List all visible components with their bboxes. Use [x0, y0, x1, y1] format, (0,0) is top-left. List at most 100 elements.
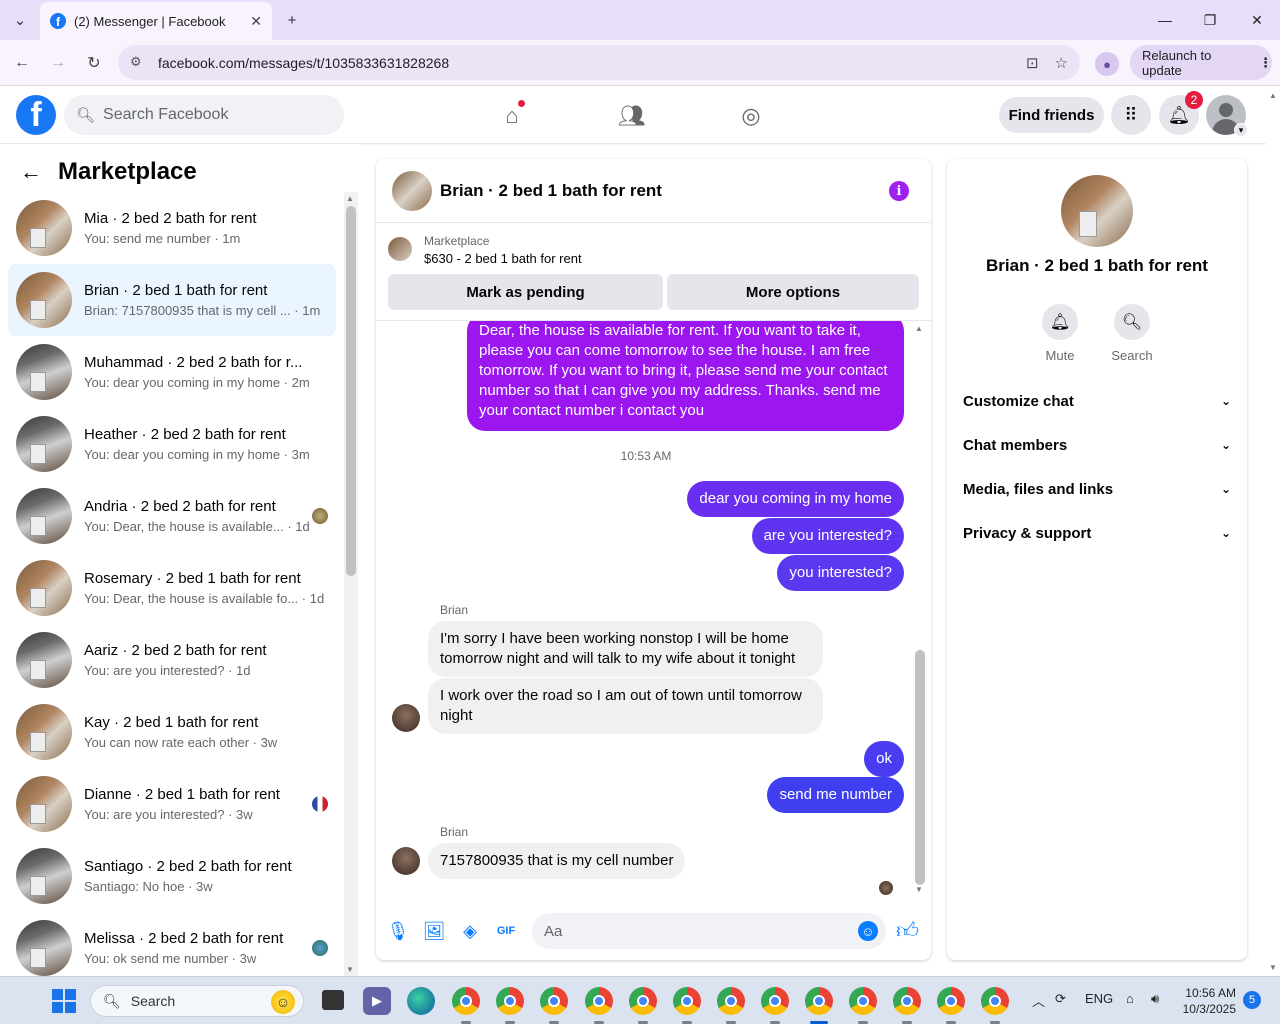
restore-icon[interactable]: ❐: [1190, 8, 1230, 32]
message-bubble-incoming[interactable]: I work over the road so I am out of town…: [428, 678, 823, 734]
edge-icon[interactable]: [407, 987, 435, 1015]
section-media-files-links[interactable]: Media, files and links ⌄: [963, 469, 1231, 509]
relaunch-button[interactable]: Relaunch to update ⋮: [1130, 45, 1272, 80]
tab-search-icon[interactable]: ⌄: [8, 8, 32, 32]
browser-menu-icon[interactable]: ⋮: [1259, 55, 1272, 71]
chrome-icon[interactable]: [452, 987, 480, 1015]
conversation-item[interactable]: Mia · 2 bed 2 bath for rent You: send me …: [8, 192, 336, 264]
minimize-icon[interactable]: —: [1145, 8, 1185, 32]
bookmark-star-icon[interactable]: ☆: [1055, 54, 1068, 72]
browser-profile-icon[interactable]: ●: [1095, 52, 1119, 76]
emoji-icon[interactable]: ☺: [858, 921, 878, 941]
microphone-icon[interactable]: 🎙︎: [386, 919, 410, 943]
mark-as-pending-button[interactable]: Mark as pending: [388, 274, 663, 310]
chrome-icon[interactable]: [761, 987, 789, 1015]
close-tab-icon[interactable]: ✕: [250, 13, 262, 30]
network-icon[interactable]: ⌂: [1126, 991, 1134, 1006]
chat-avatar[interactable]: [392, 170, 432, 211]
friends-icon[interactable]: 👥︎: [617, 101, 647, 131]
facebook-search-input[interactable]: 🔍︎ Search Facebook: [64, 95, 344, 135]
chat-title[interactable]: Brian · 2 bed 1 bath for rent: [440, 181, 662, 201]
conversation-item[interactable]: Melissa · 2 bed 2 bath for rent You: ok s…: [8, 912, 336, 984]
close-window-icon[interactable]: ✕: [1237, 8, 1277, 32]
file-explorer-icon[interactable]: [322, 990, 344, 1010]
sender-avatar[interactable]: [392, 847, 420, 875]
groups-icon[interactable]: ◎: [736, 101, 766, 131]
listing-price[interactable]: $630 - 2 bed 1 bath for rent: [424, 251, 582, 266]
message-bubble-outgoing[interactable]: send me number: [767, 777, 904, 813]
conversation-avatar[interactable]: [1061, 175, 1133, 247]
language-indicator[interactable]: ENG: [1085, 991, 1113, 1006]
chrome-icon[interactable]: [540, 987, 568, 1015]
section-chat-members[interactable]: Chat members ⌄: [963, 425, 1231, 465]
chrome-icon[interactable]: [805, 987, 833, 1015]
message-bubble-outgoing[interactable]: Dear, the house is available for rent. I…: [467, 321, 904, 431]
message-bubble-outgoing[interactable]: are you interested?: [751, 518, 904, 554]
sync-icon[interactable]: ⟳: [1055, 991, 1066, 1007]
conversation-item[interactable]: Brian · 2 bed 1 bath for rent Brian: 7157…: [8, 264, 336, 336]
menu-grid-icon[interactable]: ⠿: [1111, 95, 1151, 135]
listing-thumbnail[interactable]: [388, 237, 412, 261]
reload-icon[interactable]: ↻: [82, 51, 106, 75]
section-customize-chat[interactable]: Customize chat ⌄: [963, 381, 1231, 421]
back-arrow-icon[interactable]: ←: [20, 159, 42, 185]
url-bar[interactable]: ⚙ facebook.com/messages/t/10358336318282…: [118, 45, 1080, 80]
section-privacy-support[interactable]: Privacy & support ⌄: [963, 513, 1231, 553]
search-conversation-button[interactable]: 🔍︎ Search: [1102, 304, 1162, 363]
notifications-bell-icon[interactable]: 🔔︎ 2: [1159, 91, 1203, 135]
chrome-icon[interactable]: [717, 987, 745, 1015]
chat-scrollbar[interactable]: ▲ ▼: [913, 324, 927, 894]
message-bubble-incoming[interactable]: I'm sorry I have been working nonstop I …: [428, 621, 823, 677]
chrome-icon[interactable]: [629, 987, 657, 1015]
conversation-item[interactable]: Andria · 2 bed 2 bath for rent You: Dear,…: [8, 480, 336, 552]
conversation-item[interactable]: Aariz · 2 bed 2 bath for rent You: are yo…: [8, 624, 336, 696]
mute-button[interactable]: 🔔︎ Mute: [1030, 304, 1090, 363]
windows-start-icon[interactable]: [52, 989, 76, 1013]
more-options-button[interactable]: More options: [667, 274, 919, 310]
conversation-item[interactable]: Rosemary · 2 bed 1 bath for rent You: Dea…: [8, 552, 336, 624]
home-icon[interactable]: ⌂: [497, 99, 527, 131]
chrome-icon[interactable]: [585, 987, 613, 1015]
photo-icon[interactable]: 🖼︎: [422, 919, 446, 943]
taskbar-search[interactable]: 🔍︎ Search ☺: [90, 985, 304, 1017]
message-bubble-outgoing[interactable]: you interested?: [777, 555, 904, 591]
conversation-item[interactable]: Dianne · 2 bed 1 bath for rent You: are y…: [8, 768, 336, 840]
conversation-item[interactable]: Santiago · 2 bed 2 bath for rent Santiago…: [8, 840, 336, 912]
page-scrollbar[interactable]: ▲ ▼: [1266, 87, 1280, 976]
url-text[interactable]: facebook.com/messages/t/1035833631828268: [158, 55, 1010, 71]
message-bubble-outgoing[interactable]: ok: [864, 741, 904, 777]
tray-chevron-icon[interactable]: ︿: [1032, 991, 1045, 1010]
gif-icon[interactable]: GIF: [494, 919, 518, 943]
notification-count-badge[interactable]: 5: [1243, 991, 1261, 1009]
conversation-item[interactable]: Muhammad · 2 bed 2 bath for r... You: dea…: [8, 336, 336, 408]
message-input[interactable]: Aa ☺: [532, 913, 886, 949]
facebook-logo-icon[interactable]: f: [16, 95, 56, 135]
sidebar-scrollbar[interactable]: ▲ ▼: [344, 192, 358, 976]
volume-icon[interactable]: 🔊︎: [1151, 991, 1159, 1007]
find-friends-button[interactable]: Find friends: [999, 97, 1104, 133]
chrome-icon[interactable]: [496, 987, 524, 1015]
message-bubble-outgoing[interactable]: dear you coming in my home: [687, 481, 904, 517]
site-info-icon[interactable]: ⚙: [130, 54, 148, 72]
new-tab-icon[interactable]: +: [280, 8, 304, 32]
account-caret-icon[interactable]: ▾: [1234, 123, 1248, 137]
chrome-icon[interactable]: [981, 987, 1009, 1015]
info-icon[interactable]: i: [889, 181, 909, 201]
chrome-icon[interactable]: [849, 987, 877, 1015]
browser-tab[interactable]: f (2) Messenger | Facebook ✕: [40, 2, 272, 40]
forward-icon[interactable]: →: [46, 51, 70, 75]
back-icon[interactable]: ←: [10, 51, 34, 75]
sticker-icon[interactable]: ◈: [458, 919, 482, 943]
install-app-icon[interactable]: ⊡: [1026, 54, 1039, 72]
chrome-icon[interactable]: [893, 987, 921, 1015]
message-bubble-incoming[interactable]: 7157800935 that is my cell number: [428, 843, 686, 879]
taskbar-clock[interactable]: 10:56 AM 10/3/2025: [1180, 985, 1236, 1017]
sender-avatar[interactable]: [392, 704, 420, 732]
weather-sun-icon[interactable]: ☺: [271, 990, 295, 1014]
chrome-icon[interactable]: [937, 987, 965, 1015]
conversation-item[interactable]: Heather · 2 bed 2 bath for rent You: dear…: [8, 408, 336, 480]
teams-icon[interactable]: ▶: [363, 987, 391, 1015]
conversation-item[interactable]: Kay · 2 bed 1 bath for rent You can now r…: [8, 696, 336, 768]
thumbs-up-icon[interactable]: 👍︎: [896, 917, 919, 944]
chrome-icon[interactable]: [673, 987, 701, 1015]
